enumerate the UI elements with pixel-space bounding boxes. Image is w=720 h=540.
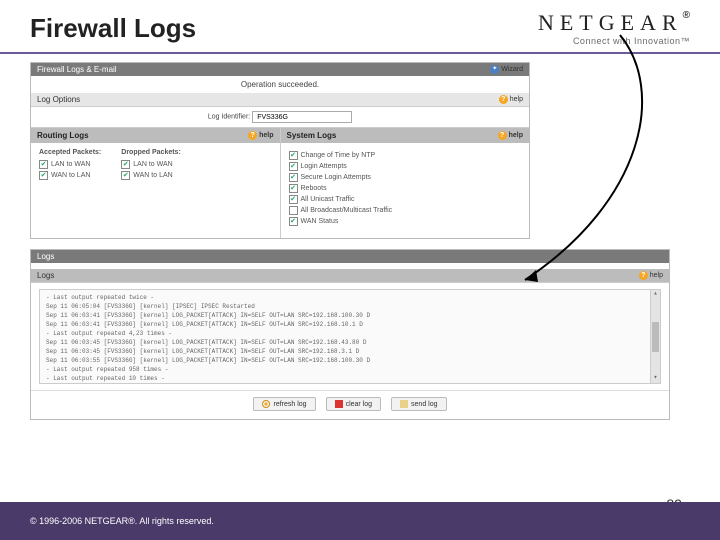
checkbox-icon: ✔: [289, 151, 298, 160]
chk-row[interactable]: ✔LAN to WAN: [39, 160, 101, 169]
chk-row[interactable]: ✔WAN Status: [289, 217, 522, 226]
checkbox-icon: ✔: [289, 162, 298, 171]
chk-label: LAN to WAN: [133, 161, 172, 168]
chk-label: All Broadcast/Multicast Traffic: [301, 207, 393, 214]
panel-breadcrumb: Firewall Logs & E-mail ✦ Wizard: [31, 63, 529, 76]
chk-row[interactable]: ✔Secure Login Attempts: [289, 173, 522, 182]
help-label: help: [650, 272, 663, 279]
help-link-logs[interactable]: ?help: [639, 271, 663, 280]
status-message: Operation succeeded.: [31, 76, 529, 93]
logo-tm: ™: [681, 36, 691, 46]
help-icon: ?: [639, 271, 648, 280]
help-icon: ?: [499, 95, 508, 104]
logo-tagline: Connect with Innovation: [573, 36, 681, 46]
logs-tab: Logs: [31, 250, 669, 263]
chk-row[interactable]: ✔All Unicast Traffic: [289, 195, 522, 204]
chk-label: WAN to LAN: [133, 172, 172, 179]
refresh-label: refresh log: [273, 401, 306, 408]
chk-row[interactable]: ✔Reboots: [289, 184, 522, 193]
routing-header: Routing Logs: [37, 131, 89, 140]
page-title: Firewall Logs: [30, 13, 196, 44]
checkbox-icon: ✔: [289, 195, 298, 204]
chk-row[interactable]: ✔Change of Time by NTP: [289, 151, 522, 160]
checkbox-icon: ✔: [121, 160, 130, 169]
checkbox-icon: ✔: [121, 171, 130, 180]
logs-tab-label: Logs: [37, 252, 54, 261]
checkbox-icon: ✔: [39, 171, 48, 180]
routing-logs-column: Routing Logs ?help Accepted Packets: ✔LA…: [31, 128, 280, 238]
logo-block: NETGEAR® Connect with Innovation™: [538, 10, 690, 46]
refresh-icon: [262, 400, 270, 408]
help-link-system[interactable]: ?help: [498, 131, 523, 140]
help-link-options[interactable]: ? help: [499, 95, 523, 104]
chk-label: Login Attempts: [301, 163, 347, 170]
footer-bar: © 1996-2006 NETGEAR®. All rights reserve…: [0, 502, 720, 540]
help-icon: ?: [248, 131, 257, 140]
dropped-header: Dropped Packets:: [121, 149, 181, 156]
identifier-row: Log Identifier:: [31, 107, 529, 127]
scrollbar[interactable]: ▴ ▾: [650, 290, 660, 383]
wizard-icon: ✦: [490, 65, 499, 74]
identifier-input[interactable]: [252, 111, 352, 123]
chk-row[interactable]: ✔WAN to LAN: [121, 171, 181, 180]
scroll-down-icon[interactable]: ▾: [651, 374, 660, 383]
scroll-thumb[interactable]: [652, 322, 659, 352]
log-options-label: Log Options: [37, 95, 80, 104]
identifier-label: Log Identifier:: [208, 114, 250, 121]
help-label: help: [509, 132, 523, 139]
checkbox-icon: ✔: [289, 173, 298, 182]
chk-label: WAN Status: [301, 218, 339, 225]
send-label: send log: [411, 401, 437, 408]
clear-log-button[interactable]: clear log: [326, 397, 381, 411]
logo-registered: ®: [683, 10, 690, 21]
help-icon: ?: [498, 131, 507, 140]
refresh-log-button[interactable]: refresh log: [253, 397, 315, 411]
chk-label: Reboots: [301, 185, 327, 192]
scroll-up-icon[interactable]: ▴: [651, 290, 660, 299]
chk-label: LAN to WAN: [51, 161, 90, 168]
logs-panel: Logs Logs ?help - Last output repeated t…: [30, 249, 670, 420]
checkbox-icon: ✔: [289, 184, 298, 193]
accepted-header: Accepted Packets:: [39, 149, 101, 156]
checkbox-icon: ✔: [39, 160, 48, 169]
chk-label: WAN to LAN: [51, 172, 90, 179]
wizard-link[interactable]: ✦ Wizard: [490, 65, 523, 74]
log-content: - Last output repeated twice - Sep 11 06…: [46, 293, 654, 384]
firewall-logs-panel: Firewall Logs & E-mail ✦ Wizard Operatio…: [30, 62, 530, 239]
divider: [0, 52, 720, 54]
help-label: help: [510, 96, 523, 103]
chk-row[interactable]: All Broadcast/Multicast Traffic: [289, 206, 522, 215]
send-icon: [400, 400, 408, 408]
slide-header: Firewall Logs NETGEAR® Connect with Inno…: [0, 0, 720, 52]
breadcrumb-label: Firewall Logs & E-mail: [37, 65, 117, 74]
wizard-label: Wizard: [501, 66, 523, 73]
logs-section-header: Logs: [37, 271, 54, 280]
log-options-header: Log Options ? help: [31, 93, 529, 107]
help-label: help: [259, 132, 273, 139]
chk-row[interactable]: ✔LAN to WAN: [121, 160, 181, 169]
send-log-button[interactable]: send log: [391, 397, 446, 411]
log-textarea[interactable]: - Last output repeated twice - Sep 11 06…: [39, 289, 661, 384]
clear-label: clear log: [346, 401, 372, 408]
chk-label: Change of Time by NTP: [301, 152, 376, 159]
copyright: © 1996-2006 NETGEAR®. All rights reserve…: [30, 516, 214, 526]
chk-label: Secure Login Attempts: [301, 174, 371, 181]
checkbox-icon: ✔: [289, 217, 298, 226]
help-link-routing[interactable]: ?help: [248, 131, 273, 140]
chk-label: All Unicast Traffic: [301, 196, 355, 203]
logo-text: NETGEAR: [538, 10, 683, 35]
chk-row[interactable]: ✔WAN to LAN: [39, 171, 101, 180]
system-logs-column: System Logs ?help ✔Change of Time by NTP…: [280, 128, 530, 238]
chk-row[interactable]: ✔Login Attempts: [289, 162, 522, 171]
checkbox-icon: [289, 206, 298, 215]
clear-icon: [335, 400, 343, 408]
system-header: System Logs: [287, 131, 337, 140]
